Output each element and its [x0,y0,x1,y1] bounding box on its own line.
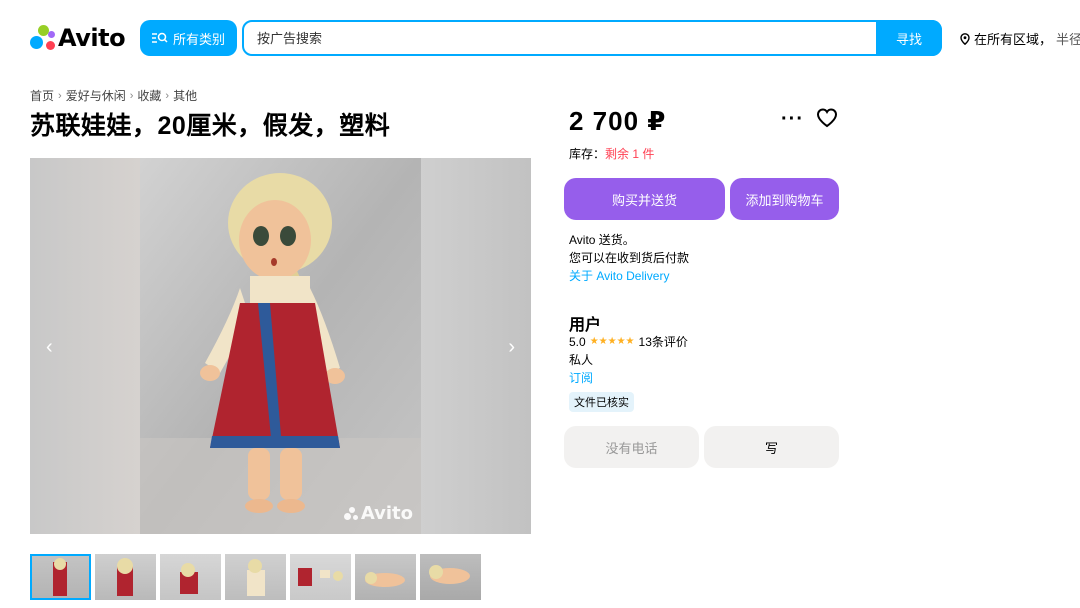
write-message-button[interactable]: 写 [704,426,839,468]
location-pin-icon [960,32,970,45]
stock-info: 库存：剩余 1 件 [569,145,654,162]
thumbnail[interactable] [30,554,91,600]
search-input[interactable] [244,22,876,54]
seller-rating: 5.0 ★★★★★ 13条评价 [569,333,688,350]
doll-image [140,158,421,534]
no-phone-button[interactable]: 没有电话 [564,426,699,468]
delivery-info: Avito 送货。 您可以在收到货后付款 关于 Avito Delivery [569,231,689,285]
gallery-next-arrow-icon[interactable]: › [508,336,515,359]
watermark-dots-icon [343,506,358,521]
chevron-right-icon: › [165,89,170,102]
stock-label: 库存： [569,147,606,161]
breadcrumb-collections[interactable]: 收藏 [137,87,161,104]
search-button[interactable]: 寻找 [876,20,942,56]
more-options-icon[interactable]: ··· [781,108,804,131]
about-delivery-link[interactable]: 关于 Avito Delivery [569,267,689,285]
header: Avito 所有类别 寻找 在所有区域， 半径 [0,0,1080,76]
buy-with-delivery-button[interactable]: 购买并送货 [564,178,725,220]
radius-label: 半径 [1056,32,1080,47]
photo-gallery[interactable]: ‹ › Avito [30,158,531,534]
search-bar: 寻找 [242,20,942,56]
thumbnail[interactable] [160,554,221,600]
stock-remaining: 剩余 1 件 [605,147,655,161]
rating-value: 5.0 [569,334,586,349]
price: 2 700 ₽ [569,106,667,136]
avito-logo[interactable]: Avito [30,24,126,52]
rating-stars-icon: ★★★★★ [589,336,635,347]
subscribe-link[interactable]: 订阅 [569,369,593,386]
reviews-link[interactable]: 13条评价 [639,333,688,350]
verified-badge: 文件已核实 [569,392,634,412]
breadcrumb-hobbies[interactable]: 爱好与休闲 [66,87,126,104]
thumbnail[interactable] [290,554,351,600]
breadcrumb-other[interactable]: 其他 [173,87,197,104]
thumbnail[interactable] [95,554,156,600]
thumbnail[interactable] [420,554,481,600]
chevron-right-icon: › [129,89,134,102]
avito-watermark: Avito [343,503,413,524]
all-categories-button[interactable]: 所有类别 [140,20,237,56]
delivery-line-1: Avito 送货。 [569,233,635,247]
gallery-prev-arrow-icon[interactable]: ‹ [46,336,53,359]
thumbnail[interactable] [355,554,416,600]
favorite-heart-icon[interactable] [816,108,838,133]
all-categories-label: 所有类别 [172,31,225,47]
categories-search-icon [151,32,168,43]
location-selector[interactable]: 在所有区域， 半径 [960,29,1080,48]
thumbnail-strip [30,554,481,600]
location-label: 在所有区域， [974,32,1053,47]
page-title: 苏联娃娃，20厘米，假发，塑料 [30,112,391,140]
chevron-right-icon: › [58,89,62,102]
thumbnail[interactable] [225,554,286,600]
seller-name[interactable]: 用户 [569,311,601,335]
breadcrumb-home[interactable]: 首页 [30,87,54,104]
logo-text: Avito [58,24,126,52]
main-photo[interactable] [140,158,421,534]
delivery-line-2: 您可以在收到货后付款 [569,251,690,265]
breadcrumb: 首页 › 爱好与休闲 › 收藏 › 其他 [30,87,197,104]
watermark-text: Avito [360,503,413,524]
add-to-cart-button[interactable]: 添加到购物车 [730,178,839,220]
seller-type: 私人 [569,353,594,367]
logo-dots-icon [30,25,56,51]
